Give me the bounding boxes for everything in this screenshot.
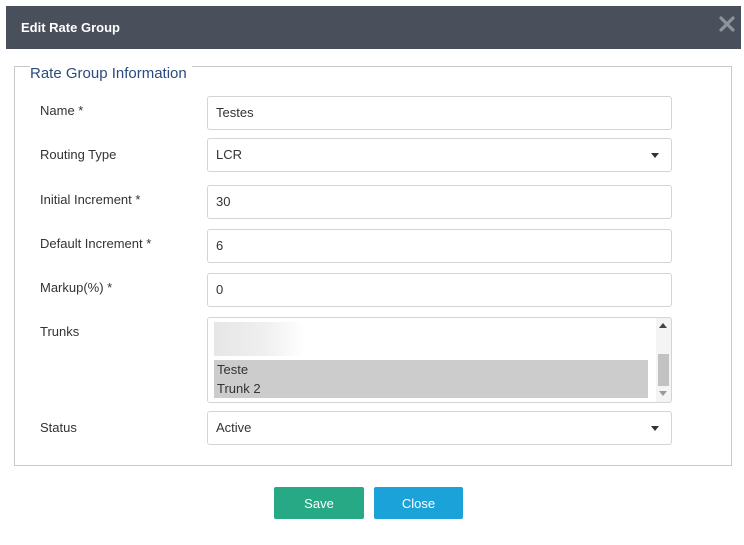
- routing-type-value: LCR: [216, 147, 243, 162]
- default-increment-input[interactable]: 6: [207, 229, 672, 263]
- scrollbar-thumb[interactable]: [658, 354, 669, 386]
- fieldset-legend: Rate Group Information: [30, 65, 192, 82]
- close-button[interactable]: Close: [374, 487, 463, 519]
- default-increment-label: Default Increment *: [40, 236, 152, 251]
- status-value: Active: [216, 420, 252, 435]
- dialog-title: Edit Rate Group: [21, 20, 120, 35]
- save-button[interactable]: Save: [274, 487, 364, 519]
- routing-type-label: Routing Type: [40, 147, 117, 162]
- name-input[interactable]: Testes: [207, 96, 672, 130]
- routing-type-select[interactable]: LCR: [207, 138, 672, 172]
- listbox-scrollbar[interactable]: [656, 318, 671, 402]
- blurred-option: [214, 322, 304, 356]
- status-label: Status: [40, 420, 77, 435]
- close-x-icon[interactable]: [717, 14, 737, 34]
- markup-input[interactable]: 0: [207, 273, 672, 307]
- trunks-label: Trunks: [40, 324, 80, 339]
- trunks-multiselect[interactable]: Teste Trunk 2: [207, 317, 672, 403]
- scroll-up-arrow-icon[interactable]: [659, 323, 667, 328]
- trunk-option[interactable]: Trunk 2: [214, 379, 648, 398]
- initial-increment-input[interactable]: 30: [207, 185, 672, 219]
- status-select[interactable]: Active: [207, 411, 672, 445]
- chevron-down-icon: [651, 426, 659, 431]
- initial-increment-label: Initial Increment *: [40, 192, 141, 207]
- scroll-down-arrow-icon[interactable]: [659, 391, 667, 396]
- markup-label: Markup(%) *: [40, 280, 113, 295]
- trunk-option[interactable]: Teste: [214, 360, 648, 379]
- name-label: Name *: [40, 103, 84, 118]
- dialog-titlebar: Edit Rate Group: [6, 6, 741, 49]
- chevron-down-icon: [651, 153, 659, 158]
